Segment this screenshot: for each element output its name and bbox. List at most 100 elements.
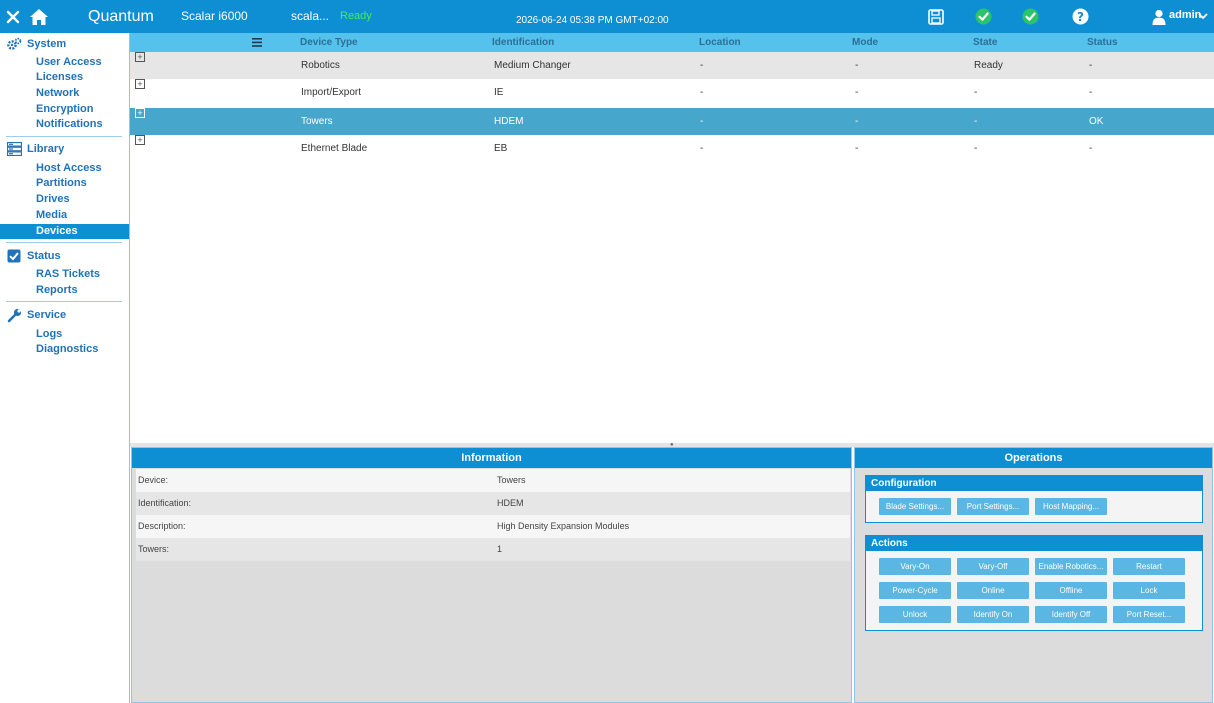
info-value: Towers bbox=[497, 475, 526, 485]
info-label: Device: bbox=[138, 475, 169, 485]
cell-state: - bbox=[974, 87, 978, 98]
actions-group: Actions Vary-On Vary-Off Enable Robotics… bbox=[865, 535, 1203, 631]
help-icon[interactable]: ? bbox=[1070, 0, 1090, 33]
top-bar: Quantum Scalar i6000 scala... Ready 2026… bbox=[0, 0, 1214, 33]
restart-button[interactable]: Restart bbox=[1113, 558, 1185, 575]
port-reset-button[interactable]: Port Reset... bbox=[1113, 606, 1185, 623]
sidebar-section-service[interactable]: Service bbox=[0, 307, 130, 323]
sidebar-item-ras-tickets[interactable]: RAS Tickets bbox=[0, 267, 129, 282]
cell-mode: - bbox=[855, 87, 859, 98]
home-icon[interactable] bbox=[28, 0, 50, 33]
actions-title: Actions bbox=[866, 536, 1202, 551]
sidebar-section-library[interactable]: Library bbox=[0, 141, 130, 157]
host-mapping-button[interactable]: Host Mapping... bbox=[1035, 498, 1107, 515]
cell-state: - bbox=[974, 143, 978, 154]
menu-icon[interactable] bbox=[252, 33, 262, 52]
expand-icon[interactable]: + bbox=[135, 52, 145, 62]
configuration-group: Configuration Blade Settings... Port Set… bbox=[865, 475, 1203, 523]
cell-location: - bbox=[700, 143, 704, 154]
lock-button[interactable]: Lock bbox=[1113, 582, 1185, 599]
cell-identification: Medium Changer bbox=[494, 60, 571, 71]
info-value: High Density Expansion Modules bbox=[497, 521, 630, 531]
info-label: Towers: bbox=[138, 544, 170, 554]
online-button[interactable]: Online bbox=[957, 582, 1029, 599]
cell-location: - bbox=[700, 116, 704, 127]
power-cycle-button[interactable]: Power-Cycle bbox=[879, 582, 951, 599]
sidebar-section-label: System bbox=[27, 38, 67, 50]
sidebar-item-media[interactable]: Media bbox=[0, 208, 129, 223]
expand-icon[interactable]: + bbox=[135, 135, 145, 145]
table-row-selected[interactable]: + Towers HDEM - - - OK bbox=[130, 108, 1214, 135]
expand-icon[interactable]: + bbox=[135, 108, 145, 118]
info-label: Identification: bbox=[138, 498, 192, 508]
svg-text:?: ? bbox=[1077, 10, 1084, 24]
table-header: Device Type Identification Location Mode… bbox=[130, 33, 1214, 52]
column-header-state[interactable]: State bbox=[973, 33, 997, 52]
offline-button[interactable]: Offline bbox=[1035, 582, 1107, 599]
library-hostname[interactable]: scala... bbox=[291, 0, 329, 33]
cell-device-type: Towers bbox=[301, 116, 333, 127]
close-icon[interactable] bbox=[5, 0, 21, 33]
table-row[interactable]: + Robotics Medium Changer - - Ready - bbox=[130, 52, 1214, 79]
column-header-identification[interactable]: Identification bbox=[492, 33, 554, 52]
info-row: Identification: HDEM bbox=[136, 492, 850, 515]
cell-device-type: Import/Export bbox=[301, 87, 362, 98]
sidebar-section-label: Service bbox=[27, 309, 67, 321]
cell-device-type: Ethernet Blade bbox=[301, 143, 368, 154]
sidebar-item-licenses[interactable]: Licenses bbox=[0, 70, 129, 85]
vary-on-button[interactable]: Vary-On bbox=[879, 558, 951, 575]
chevron-down-icon[interactable] bbox=[1197, 0, 1209, 33]
sidebar-section-label: Status bbox=[27, 250, 61, 262]
table-row[interactable]: + Ethernet Blade EB - - - - bbox=[130, 135, 1214, 162]
sidebar-item-user-access[interactable]: User Access bbox=[0, 55, 129, 70]
cell-status: - bbox=[1089, 60, 1093, 71]
sidebar-item-devices[interactable]: Devices bbox=[0, 224, 129, 239]
port-settings-button[interactable]: Port Settings... bbox=[957, 498, 1029, 515]
cell-identification: IE bbox=[494, 87, 504, 98]
cell-identification: EB bbox=[494, 143, 508, 154]
expand-icon[interactable]: + bbox=[135, 79, 145, 89]
sidebar-divider bbox=[6, 242, 122, 243]
sidebar-item-encryption[interactable]: Encryption bbox=[0, 102, 129, 117]
column-header-location[interactable]: Location bbox=[699, 33, 741, 52]
sidebar-item-diagnostics[interactable]: Diagnostics bbox=[0, 342, 129, 357]
user-icon[interactable] bbox=[1151, 0, 1167, 33]
vary-off-button[interactable]: Vary-Off bbox=[957, 558, 1029, 575]
enable-robotics-button[interactable]: Enable Robotics... bbox=[1035, 558, 1107, 575]
cell-mode: - bbox=[855, 60, 859, 71]
product-name: Scalar i6000 bbox=[181, 9, 248, 23]
info-value: HDEM bbox=[497, 498, 524, 508]
sidebar-item-drives[interactable]: Drives bbox=[0, 192, 129, 207]
sidebar-item-logs[interactable]: Logs bbox=[0, 327, 129, 342]
cell-mode: - bbox=[855, 143, 859, 154]
gears-icon bbox=[7, 37, 22, 51]
information-title: Information bbox=[132, 448, 851, 468]
column-header-mode[interactable]: Mode bbox=[852, 33, 878, 52]
info-value: 1 bbox=[497, 544, 503, 554]
check-icon[interactable] bbox=[973, 0, 993, 33]
unlock-button[interactable]: Unlock bbox=[879, 606, 951, 623]
sidebar-section-status[interactable]: Status bbox=[0, 248, 130, 264]
sidebar-item-network[interactable]: Network bbox=[0, 86, 129, 101]
blade-settings-button[interactable]: Blade Settings... bbox=[879, 498, 951, 515]
sidebar-item-notifications[interactable]: Notifications bbox=[0, 117, 129, 132]
sidebar-divider bbox=[6, 301, 122, 302]
identify-on-button[interactable]: Identify On bbox=[957, 606, 1029, 623]
sidebar-item-host-access[interactable]: Host Access bbox=[0, 161, 129, 176]
cell-state: Ready bbox=[974, 60, 1003, 71]
sidebar-item-reports[interactable]: Reports bbox=[0, 283, 129, 298]
column-header-device-type[interactable]: Device Type bbox=[300, 33, 358, 52]
sidebar-section-system[interactable]: System bbox=[0, 36, 130, 52]
column-header-status[interactable]: Status bbox=[1087, 33, 1118, 52]
library-state: Ready bbox=[340, 10, 372, 22]
cell-location: - bbox=[700, 60, 704, 71]
table-row[interactable]: + Import/Export IE - - - - bbox=[130, 79, 1214, 106]
sidebar-divider bbox=[6, 136, 122, 137]
save-icon[interactable] bbox=[926, 0, 946, 33]
sidebar-item-partitions[interactable]: Partitions bbox=[0, 176, 129, 191]
check-icon[interactable] bbox=[1020, 0, 1040, 33]
operations-title: Operations bbox=[855, 448, 1212, 468]
info-row: Device: Towers bbox=[136, 469, 850, 492]
info-row: Description: High Density Expansion Modu… bbox=[136, 515, 850, 538]
identify-off-button[interactable]: Identify Off bbox=[1035, 606, 1107, 623]
